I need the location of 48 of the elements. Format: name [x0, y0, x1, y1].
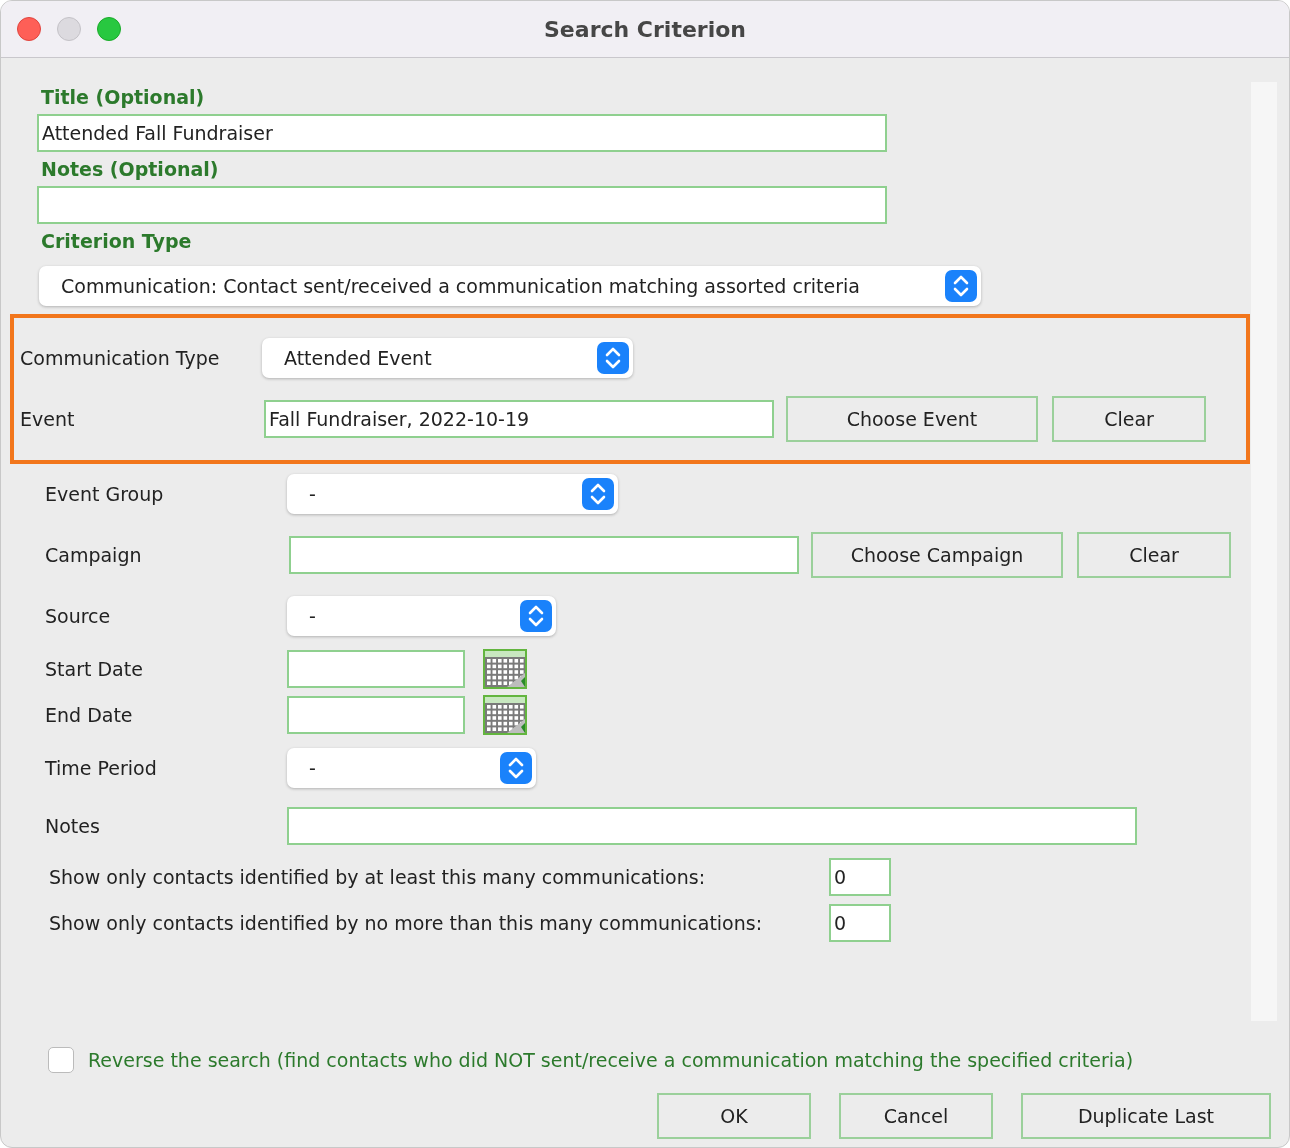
field-label: End Date [45, 704, 134, 726]
zoom-button[interactable] [97, 17, 121, 41]
field-label: Event [20, 408, 76, 430]
calendar-icon[interactable] [483, 649, 527, 689]
field-label: Event Group [45, 483, 165, 505]
stepper-icon [500, 752, 532, 784]
dropdown[interactable]: - [287, 596, 556, 636]
text-field[interactable] [287, 807, 1137, 845]
title-field[interactable]: Attended Fall Fundraiser [37, 114, 887, 152]
dialog-button[interactable]: Choose Event [786, 396, 1038, 442]
dialog-button[interactable]: Duplicate Last [1021, 1093, 1271, 1139]
count-field[interactable]: 0 [829, 904, 891, 942]
field-label: Title (Optional) [40, 85, 206, 110]
text-field[interactable] [289, 536, 799, 574]
dialog-button[interactable]: Choose Campaign [811, 532, 1063, 578]
field-label: Source [45, 605, 112, 627]
dialog-button[interactable]: Cancel [839, 1093, 993, 1139]
field-label: Start Date [45, 658, 144, 680]
dropdown[interactable]: - [287, 474, 618, 514]
stepper-icon [582, 478, 614, 510]
checkbox[interactable] [48, 1047, 74, 1073]
field-label: Notes (Optional) [40, 157, 220, 182]
minimize-button[interactable] [57, 17, 81, 41]
field-label: Time Period [45, 757, 158, 779]
dialog-button[interactable]: OK [657, 1093, 811, 1139]
notes-field[interactable] [37, 186, 887, 224]
dropdown[interactable]: Communication: Contact sent/received a communication matching assorted criteria [39, 266, 981, 306]
count-field[interactable]: 0 [829, 858, 891, 896]
calendar-icon[interactable] [483, 695, 527, 735]
count-label: Show only contacts identified by no more than this many communications: [49, 912, 764, 934]
dialog-button[interactable]: Clear [1077, 532, 1231, 578]
text-field[interactable]: Fall Fundraiser, 2022-10-19 [264, 400, 774, 438]
field-label: Campaign [45, 544, 143, 566]
count-label: Show only contacts identified by at least this many communications: [49, 866, 707, 888]
field-label: Notes [45, 815, 101, 837]
date-field[interactable] [287, 650, 465, 688]
close-button[interactable] [17, 17, 41, 41]
window-title: Search Criterion [544, 16, 746, 42]
stepper-icon [597, 342, 629, 374]
field-label: Communication Type [20, 347, 221, 369]
field-label: Criterion Type [40, 229, 193, 254]
date-field[interactable] [287, 696, 465, 734]
stepper-icon [945, 270, 977, 302]
dialog-button[interactable]: Clear [1052, 396, 1206, 442]
checkbox-label: Reverse the search (find contacts who did NOT sent/receive a communication matching the specified criteria) [88, 1049, 1134, 1071]
dropdown[interactable]: - [287, 748, 536, 788]
stepper-icon [520, 600, 552, 632]
dropdown[interactable]: Attended Event [262, 338, 633, 378]
